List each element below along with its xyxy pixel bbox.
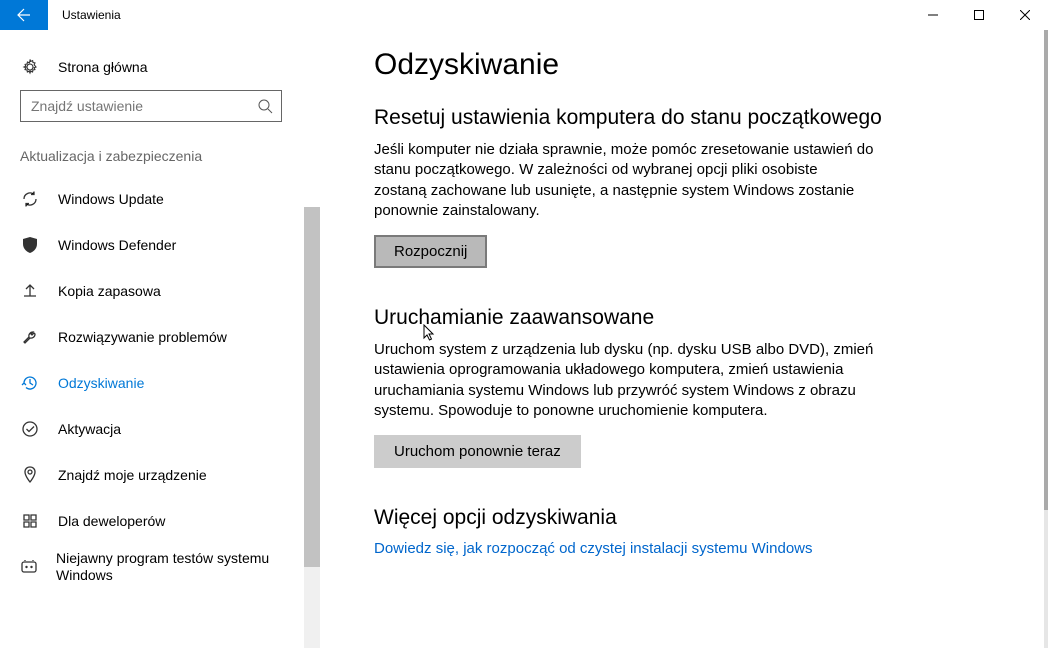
page-title: Odzyskiwanie: [374, 48, 1028, 82]
sidebar-item-label: Odzyskiwanie: [58, 375, 144, 391]
sidebar-item-windows-update[interactable]: Windows Update: [20, 176, 302, 222]
nav-group-header: Aktualizacja i zabezpieczenia: [20, 148, 302, 164]
upload-icon: [20, 282, 40, 300]
section-title: Resetuj ustawienia komputera do stanu po…: [374, 106, 1028, 130]
sidebar-scrollbar[interactable]: [304, 207, 320, 648]
scrollbar-thumb[interactable]: [1044, 30, 1048, 510]
main-content: Odzyskiwanie Resetuj ustawienia komputer…: [320, 30, 1048, 648]
window-title: Ustawienia: [48, 0, 910, 30]
search-icon: [257, 98, 273, 114]
minimize-button[interactable]: [910, 0, 956, 30]
shield-icon: [20, 236, 40, 254]
section-title: Więcej opcji odzyskiwania: [374, 506, 1028, 530]
history-icon: [20, 374, 40, 392]
arrow-left-icon: [16, 7, 32, 23]
section-title: Uruchamianie zaawansowane: [374, 306, 1028, 330]
sidebar-item-label: Niejawny program testów systemu Windows: [56, 544, 302, 591]
sidebar-item-label: Windows Defender: [58, 237, 176, 253]
location-icon: [20, 466, 40, 484]
wrench-icon: [20, 328, 40, 346]
close-icon: [1020, 10, 1030, 20]
sidebar-item-developers[interactable]: Dla deweloperów: [20, 498, 302, 544]
section-more-recovery: Więcej opcji odzyskiwania Dowiedz się, j…: [374, 506, 1028, 557]
search-box[interactable]: [20, 90, 282, 122]
section-reset: Resetuj ustawienia komputera do stanu po…: [374, 106, 1028, 268]
sidebar-item-label: Kopia zapasowa: [58, 283, 161, 299]
clean-install-link[interactable]: Dowiedz się, jak rozpocząć od czystej in…: [374, 540, 813, 557]
sidebar-item-recovery[interactable]: Odzyskiwanie: [20, 360, 302, 406]
search-input[interactable]: [29, 97, 257, 115]
restart-now-button[interactable]: Uruchom ponownie teraz: [374, 435, 581, 468]
section-desc: Jeśli komputer nie działa sprawnie, może…: [374, 140, 874, 221]
main-scrollbar[interactable]: [1044, 30, 1048, 648]
sidebar: Strona główna Aktualizacja i zabezpiecze…: [0, 30, 320, 648]
sidebar-item-activation[interactable]: Aktywacja: [20, 406, 302, 452]
maximize-button[interactable]: [956, 0, 1002, 30]
sidebar-item-label: Rozwiązywanie problemów: [58, 329, 227, 345]
home-link[interactable]: Strona główna: [20, 50, 302, 88]
close-button[interactable]: [1002, 0, 1048, 30]
minimize-icon: [928, 10, 938, 20]
window-controls: [910, 0, 1048, 30]
sidebar-item-troubleshoot[interactable]: Rozwiązywanie problemów: [20, 314, 302, 360]
section-desc: Uruchom system z urządzenia lub dysku (n…: [374, 340, 874, 421]
home-label: Strona główna: [58, 59, 148, 75]
titlebar: Ustawienia: [0, 0, 1048, 30]
maximize-icon: [974, 10, 984, 20]
developer-icon: [20, 512, 40, 530]
content: Strona główna Aktualizacja i zabezpiecze…: [0, 30, 1048, 648]
sidebar-item-label: Aktywacja: [58, 421, 121, 437]
gear-icon: [20, 58, 40, 76]
reset-start-button[interactable]: Rozpocznij: [374, 235, 487, 268]
sidebar-item-insider[interactable]: Niejawny program testów systemu Windows: [20, 544, 302, 590]
sync-icon: [20, 190, 40, 208]
insider-icon: [20, 558, 38, 576]
sidebar-item-label: Windows Update: [58, 191, 164, 207]
back-button[interactable]: [0, 0, 48, 30]
sidebar-item-label: Znajdź moje urządzenie: [58, 467, 207, 483]
scrollbar-thumb[interactable]: [304, 207, 320, 567]
check-circle-icon: [20, 420, 40, 438]
sidebar-item-label: Dla deweloperów: [58, 513, 165, 529]
sidebar-item-find-device[interactable]: Znajdź moje urządzenie: [20, 452, 302, 498]
section-advanced-startup: Uruchamianie zaawansowane Uruchom system…: [374, 306, 1028, 468]
sidebar-item-backup[interactable]: Kopia zapasowa: [20, 268, 302, 314]
sidebar-item-windows-defender[interactable]: Windows Defender: [20, 222, 302, 268]
